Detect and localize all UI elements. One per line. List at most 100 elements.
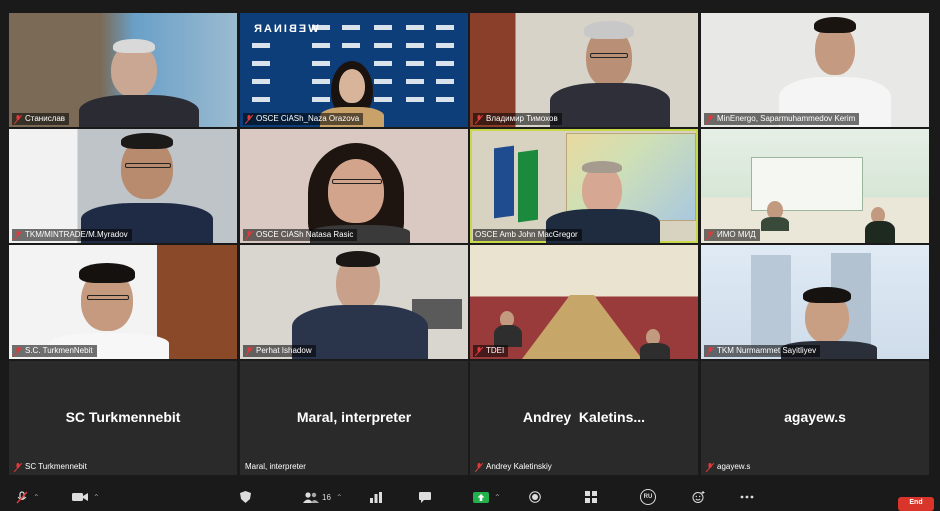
- chevron-up-icon[interactable]: ⌃: [336, 493, 343, 502]
- muted-mic-icon: [475, 462, 483, 472]
- webinar-grid-cell: [406, 25, 424, 30]
- video-tile-sc-turkmennebit[interactable]: S.C. TurkmenNebit: [9, 245, 237, 359]
- name-tile-agayew[interactable]: agayew.s agayew.s: [701, 361, 929, 475]
- participant-display-name: SC Turkmennebit: [65, 408, 181, 425]
- webinar-grid-cell: [374, 61, 392, 66]
- video-tile-kerim[interactable]: MinEnergo, Saparmuhammedov Kerim: [701, 13, 929, 127]
- record-button[interactable]: [529, 490, 541, 504]
- video-tile-john-macgregor-active-speaker[interactable]: OSCE Amb John MacGregor: [470, 129, 698, 243]
- participant-glasses: [87, 295, 129, 300]
- muted-mic-icon: [245, 346, 253, 356]
- share-screen-button[interactable]: ⌃: [473, 490, 501, 504]
- start-video-button[interactable]: ⌃: [72, 490, 100, 504]
- participant-hair: [582, 161, 622, 173]
- smiley-plus-icon: [692, 491, 705, 503]
- participant-body: [761, 217, 789, 231]
- end-meeting-button[interactable]: End: [898, 497, 934, 511]
- interpretation-button[interactable]: RU: [640, 489, 656, 505]
- webinar-grid-cell: [374, 25, 392, 30]
- participant-body: [494, 325, 522, 347]
- muted-mic-icon: [245, 230, 253, 240]
- building: [751, 255, 791, 355]
- webinar-grid-cell: [252, 79, 270, 84]
- more-dots-icon: [740, 495, 754, 499]
- participant-name-label: agayew.s: [704, 461, 754, 473]
- breakout-rooms-button[interactable]: [585, 490, 597, 504]
- participant-name-label: OSCE CiASh_Naza Orazova: [243, 113, 364, 125]
- webinar-grid-cell: [312, 79, 330, 84]
- webinar-grid-cell: [312, 25, 330, 30]
- webinar-grid-cell: [342, 25, 360, 30]
- video-tile-natasa-rasic[interactable]: OSCE CiASh Natasa Rasic: [240, 129, 468, 243]
- chevron-up-icon[interactable]: ⌃: [93, 493, 100, 502]
- name-tile-maral-interpreter[interactable]: Maral, interpreter Maral, interpreter: [240, 361, 468, 475]
- participant-body: [865, 221, 895, 243]
- webinar-banner-text: WEBINAR: [252, 23, 319, 35]
- webinar-grid-cell: [312, 97, 330, 102]
- chevron-up-icon[interactable]: ⌃: [494, 493, 501, 502]
- video-tile-nurmammet-sayitliyev[interactable]: TKM Nurmammet Sayitliyev: [701, 245, 929, 359]
- participant-glasses: [125, 163, 171, 168]
- webinar-grid-cell: [406, 97, 424, 102]
- video-tile-vladimir-timokhov[interactable]: Владимир Тимохов: [470, 13, 698, 127]
- webinar-grid-cell: [406, 61, 424, 66]
- webinar-grid-cell: [406, 43, 424, 48]
- chat-button[interactable]: [419, 490, 431, 504]
- language-code: RU: [643, 494, 653, 500]
- participant-name-label: OSCE Amb John MacGregor: [473, 229, 582, 241]
- participant-body: [79, 95, 199, 127]
- participant-name-label: TKM/MINTRADE/M.Myradov: [12, 229, 132, 241]
- participant-body: [640, 343, 670, 359]
- muted-mic-icon: [245, 114, 253, 124]
- muted-mic-icon: [706, 346, 714, 356]
- muted-mic-icon: [475, 114, 483, 124]
- participant-hair: [584, 21, 634, 39]
- participants-icon: [303, 491, 319, 503]
- participants-button[interactable]: 16 ⌃: [303, 490, 343, 504]
- record-icon: [529, 491, 541, 503]
- unmute-button[interactable]: ⌃: [16, 490, 40, 504]
- meeting-toolbar: ⌃ ⌃ 16 ⌃ ⌃ RU: [0, 486, 940, 508]
- security-button[interactable]: [240, 490, 251, 504]
- video-tile-naza-orazova[interactable]: WEBINAR OSCE CiASh_Naza Orazova: [240, 13, 468, 127]
- participant-body: [550, 83, 670, 127]
- video-tile-stanislav[interactable]: Станислав: [9, 13, 237, 127]
- webinar-grid-cell: [374, 43, 392, 48]
- participant-hair: [113, 39, 155, 53]
- participant-face: [328, 159, 384, 223]
- webinar-grid-cell: [436, 61, 454, 66]
- webinar-grid-cell: [374, 79, 392, 84]
- webinar-grid-cell: [342, 43, 360, 48]
- muted-mic-icon: [16, 490, 28, 503]
- video-tile-perhat-ishadow[interactable]: Perhat Ishadow: [240, 245, 468, 359]
- participant-name-label: MinEnergo, Saparmuhammedov Kerim: [704, 113, 860, 125]
- participant-name-label: S.C. TurkmenNebit: [12, 345, 97, 357]
- webinar-grid-cell: [436, 25, 454, 30]
- webinar-grid-cell: [312, 61, 330, 66]
- participant-hair: [814, 17, 856, 33]
- name-tile-sc-turkmennebit[interactable]: SC Turkmennebit SC Turkmennebit: [9, 361, 237, 475]
- participant-name-label: TDEI: [473, 345, 509, 357]
- polls-button[interactable]: [370, 490, 382, 504]
- webinar-grid-cell: [374, 97, 392, 102]
- participant-display-name: Maral, interpreter: [296, 408, 412, 425]
- participant-display-name: Andrey Kaletins...: [522, 408, 646, 425]
- name-tile-andrey-kaletinskiy[interactable]: Andrey Kaletins... Andrey Kaletinskiy: [470, 361, 698, 475]
- reactions-button[interactable]: [692, 490, 705, 504]
- webinar-grid-cell: [436, 97, 454, 102]
- video-tile-myradov[interactable]: TKM/MINTRADE/M.Myradov: [9, 129, 237, 243]
- more-button[interactable]: [740, 490, 754, 504]
- participant-name-label: Perhat Ishadow: [243, 345, 316, 357]
- webinar-grid-cell: [252, 43, 270, 48]
- participant-hair: [79, 263, 135, 283]
- chevron-up-icon[interactable]: ⌃: [33, 493, 40, 502]
- webinar-grid-cell: [252, 61, 270, 66]
- webinar-grid-cell: [312, 43, 330, 48]
- participant-glasses: [332, 179, 382, 184]
- video-tile-tdei[interactable]: TDEI: [470, 245, 698, 359]
- muted-mic-icon: [14, 114, 22, 124]
- muted-mic-icon: [706, 114, 714, 124]
- muted-mic-icon: [706, 462, 714, 472]
- video-tile-imo-mid[interactable]: ИМО МИД: [701, 129, 929, 243]
- participants-count: 16: [322, 492, 331, 502]
